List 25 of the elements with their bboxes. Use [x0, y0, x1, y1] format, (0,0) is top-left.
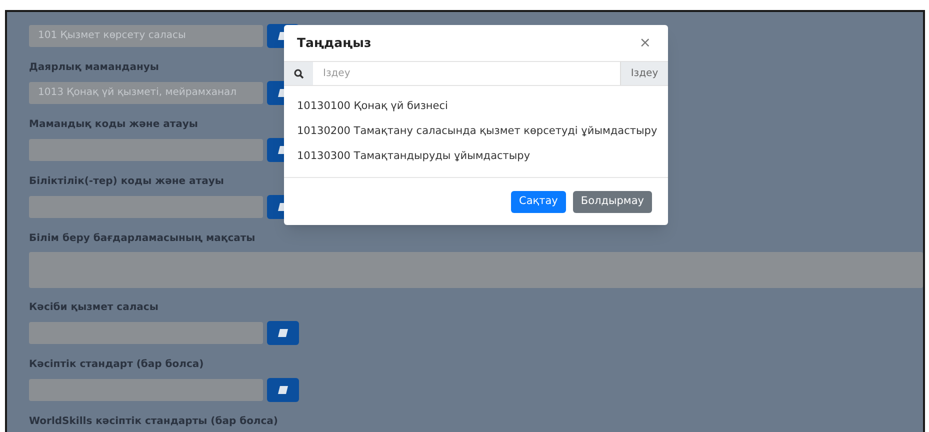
save-button[interactable]: Сақтау [511, 191, 566, 213]
input-field[interactable] [29, 196, 263, 218]
book-icon [278, 329, 288, 337]
input-field[interactable] [29, 322, 263, 344]
field-label: Даярлық мамандануы [29, 61, 159, 75]
close-button[interactable]: × [635, 32, 655, 54]
input-field[interactable] [29, 139, 263, 161]
field-label: Біліктілік(-тер) коды және атауы [29, 175, 224, 189]
picker-button[interactable] [267, 378, 299, 402]
dialog-title: Таңдаңыз [297, 34, 372, 52]
search-field[interactable]: Іздеу [313, 62, 620, 85]
list-item[interactable]: 10130100 Қонақ үй бизнесі [297, 94, 655, 119]
input-field[interactable] [29, 379, 263, 401]
search-button[interactable]: Іздеу [620, 62, 668, 85]
field-label: Кәсіптік стандарт (бар болса) [29, 358, 204, 372]
cancel-button[interactable]: Болдырмау [572, 191, 652, 213]
field-label: Кәсіби қызмет саласы [29, 301, 158, 315]
field-label: Білім беру бағдарламасының мақсаты [29, 232, 256, 246]
list-item[interactable]: 10130300 Тамақтандыруды ұйымдастыру [297, 144, 655, 169]
list-item[interactable]: 10130200 Тамақтану саласында қызмет көрсетуді ұйымдастыру [297, 119, 655, 144]
picker-button[interactable] [267, 321, 299, 345]
field-label: WorldSkills кәсіптік стандарты (бар болса) [29, 415, 278, 429]
book-icon [278, 386, 288, 394]
field-label: Мамандық коды және атауы [29, 118, 198, 132]
search-icon [294, 68, 304, 78]
